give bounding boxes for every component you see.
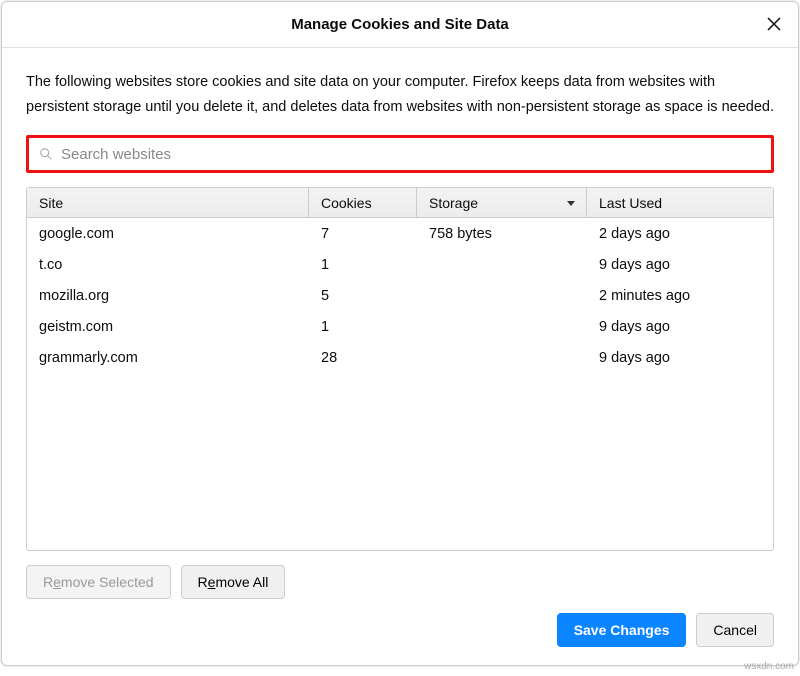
cell-last-used: 9 days ago bbox=[587, 319, 773, 335]
table-row[interactable]: google.com7758 bytes2 days ago bbox=[27, 218, 773, 249]
cell-cookies: 5 bbox=[309, 288, 417, 304]
header-site[interactable]: Site bbox=[27, 188, 309, 217]
header-site-label: Site bbox=[39, 195, 63, 211]
header-cookies-label: Cookies bbox=[321, 195, 372, 211]
search-input[interactable] bbox=[61, 146, 761, 163]
close-icon bbox=[767, 17, 781, 31]
header-last-used[interactable]: Last Used bbox=[587, 188, 773, 217]
sort-indicator bbox=[566, 195, 576, 211]
dialog-titlebar: Manage Cookies and Site Data bbox=[2, 2, 798, 48]
dialog-content: The following websites store cookies and… bbox=[2, 48, 798, 613]
table-header: Site Cookies Storage Last Used bbox=[27, 188, 773, 218]
header-cookies[interactable]: Cookies bbox=[309, 188, 417, 217]
header-last-used-label: Last Used bbox=[599, 195, 662, 211]
description-text: The following websites store cookies and… bbox=[26, 70, 774, 119]
header-storage[interactable]: Storage bbox=[417, 188, 587, 217]
search-icon bbox=[39, 147, 53, 161]
cookies-table: Site Cookies Storage Last Used google.co… bbox=[26, 187, 774, 551]
dialog-title: Manage Cookies and Site Data bbox=[291, 16, 509, 33]
chevron-down-icon bbox=[566, 198, 576, 208]
remove-selected-button[interactable]: Remove Selected bbox=[26, 565, 171, 599]
save-changes-button[interactable]: Save Changes bbox=[557, 613, 687, 647]
cell-last-used: 9 days ago bbox=[587, 257, 773, 273]
removal-buttons: Remove Selected Remove All bbox=[26, 565, 774, 599]
cell-last-used: 2 minutes ago bbox=[587, 288, 773, 304]
cell-site: mozilla.org bbox=[27, 288, 309, 304]
cell-cookies: 1 bbox=[309, 257, 417, 273]
dialog-footer: Save Changes Cancel bbox=[2, 613, 798, 665]
cell-site: geistm.com bbox=[27, 319, 309, 335]
table-row[interactable]: t.co1 9 days ago bbox=[27, 249, 773, 280]
table-row[interactable]: mozilla.org5 2 minutes ago bbox=[27, 280, 773, 311]
cell-storage: 758 bytes bbox=[417, 226, 587, 242]
cancel-button[interactable]: Cancel bbox=[696, 613, 774, 647]
cell-last-used: 9 days ago bbox=[587, 350, 773, 366]
table-row[interactable]: grammarly.com28 9 days ago bbox=[27, 342, 773, 373]
table-row[interactable]: geistm.com1 9 days ago bbox=[27, 311, 773, 342]
cell-site: t.co bbox=[27, 257, 309, 273]
search-field-highlight bbox=[26, 135, 774, 173]
cell-cookies: 1 bbox=[309, 319, 417, 335]
cell-last-used: 2 days ago bbox=[587, 226, 773, 242]
cell-cookies: 7 bbox=[309, 226, 417, 242]
header-storage-label: Storage bbox=[429, 195, 478, 211]
close-button[interactable] bbox=[764, 14, 784, 34]
remove-all-button[interactable]: Remove All bbox=[181, 565, 286, 599]
cell-cookies: 28 bbox=[309, 350, 417, 366]
watermark-text: wsxdn.com bbox=[744, 661, 794, 672]
table-body: google.com7758 bytes2 days agot.co19 day… bbox=[27, 218, 773, 550]
cookies-dialog: Manage Cookies and Site Data The followi… bbox=[1, 1, 799, 666]
cell-site: grammarly.com bbox=[27, 350, 309, 366]
cell-site: google.com bbox=[27, 226, 309, 242]
